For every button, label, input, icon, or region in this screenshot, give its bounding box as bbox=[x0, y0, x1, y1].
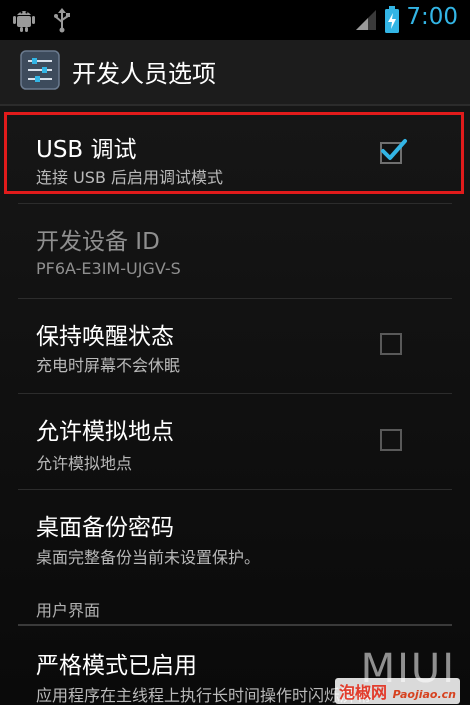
watermark-site: 泡椒网 Paojiao.cn bbox=[335, 678, 460, 704]
checkmark-icon bbox=[381, 139, 407, 160]
section-header: 用户界面 bbox=[36, 601, 101, 620]
mock-locations-checkbox[interactable] bbox=[380, 429, 402, 451]
watermark: MIUI 泡椒网 Paojiao.cn bbox=[282, 646, 462, 704]
settings-sliders-icon[interactable] bbox=[20, 50, 60, 90]
stay-awake-checkbox[interactable] bbox=[380, 333, 402, 355]
setting-title: USB 调试 bbox=[36, 137, 137, 163]
page-title: 开发人员选项 bbox=[72, 60, 216, 88]
setting-summary: 桌面完整备份当前未设置保护。 bbox=[36, 548, 261, 567]
setting-title: 桌面备份密码 bbox=[36, 515, 174, 541]
section-divider bbox=[18, 624, 452, 626]
setting-title: 开发设备 ID bbox=[36, 229, 160, 255]
signal-icon bbox=[356, 10, 376, 30]
usb-debugging-checkbox[interactable] bbox=[380, 139, 407, 164]
setting-summary: 连接 USB 后启用调试模式 bbox=[36, 168, 224, 187]
battery-charging-icon bbox=[385, 6, 399, 33]
setting-summary: 允许模拟地点 bbox=[36, 454, 133, 473]
clock: 7:00 bbox=[406, 4, 458, 30]
setting-title: 严格模式已启用 bbox=[36, 653, 197, 679]
setting-backup-password[interactable]: 桌面备份密码 桌面完整备份当前未设置保护。 bbox=[0, 490, 470, 586]
setting-summary: PF6A-E3IM-UJGV-S bbox=[36, 259, 181, 278]
watermark-url: Paojiao.cn bbox=[392, 688, 456, 701]
setting-title: 保持唤醒状态 bbox=[36, 324, 174, 350]
android-debug-icon bbox=[13, 11, 35, 32]
status-bar: 7:00 bbox=[0, 0, 470, 40]
action-bar: 开发人员选项 bbox=[0, 40, 470, 106]
setting-summary: 充电时屏幕不会休眠 bbox=[36, 356, 181, 375]
watermark-site-name: 泡椒网 bbox=[339, 683, 388, 702]
setting-mock-locations[interactable]: 允许模拟地点 允许模拟地点 bbox=[0, 394, 470, 490]
setting-usb-debugging[interactable]: USB 调试 连接 USB 后启用调试模式 bbox=[0, 112, 470, 198]
setting-title: 允许模拟地点 bbox=[36, 419, 174, 445]
setting-stay-awake[interactable]: 保持唤醒状态 充电时屏幕不会休眠 bbox=[0, 299, 470, 393]
setting-device-id: 开发设备 ID PF6A-E3IM-UJGV-S bbox=[0, 204, 470, 296]
usb-icon bbox=[54, 8, 70, 33]
